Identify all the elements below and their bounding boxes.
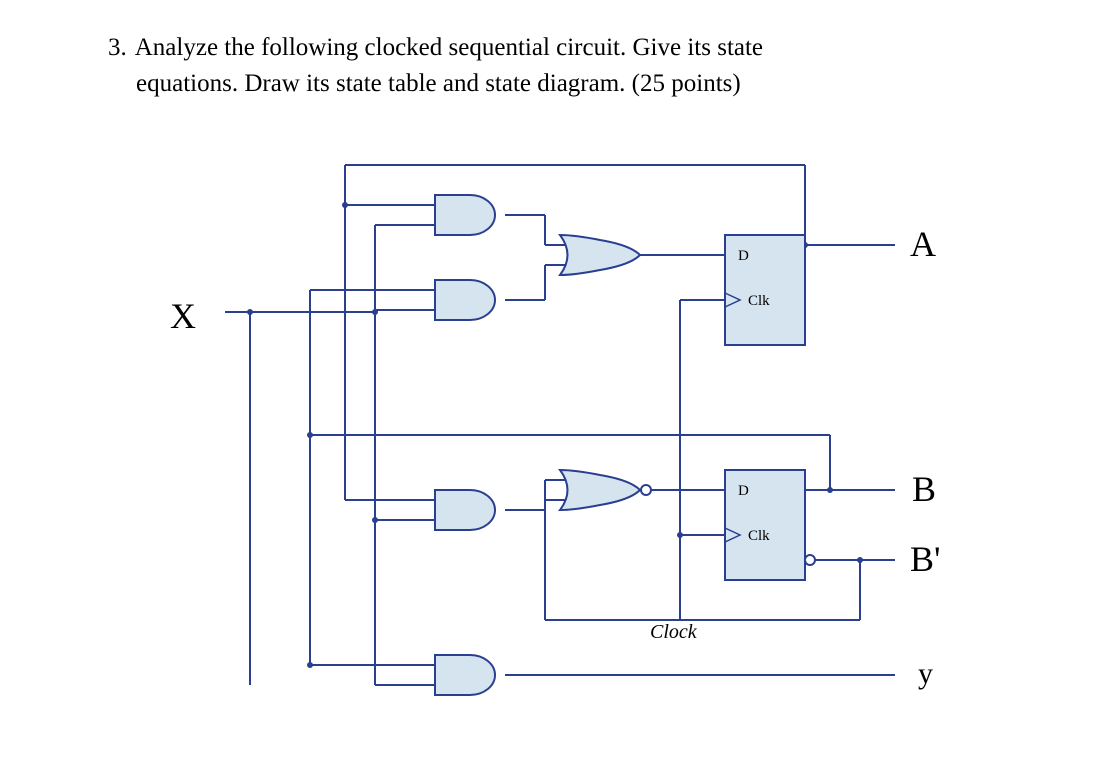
junction-dot (372, 309, 378, 315)
flipflop-a: D Clk (725, 235, 805, 345)
output-y-label: y (918, 657, 933, 691)
junction-dot (857, 557, 863, 563)
and-gate-g6 (435, 655, 495, 695)
question-number: 3. (108, 34, 127, 61)
and-gate-g2 (435, 280, 495, 320)
input-x-label: X (170, 295, 196, 337)
question-line1: Analyze the following clocked sequential… (135, 34, 763, 61)
output-b-label: B (912, 468, 936, 510)
clock-label: Clock (650, 621, 697, 644)
junction-dot (247, 309, 253, 315)
output-a-label: A (910, 223, 936, 265)
flipflop-b: D Clk (725, 470, 815, 580)
junction-dot (827, 487, 833, 493)
ff-clk-label: Clk (748, 528, 770, 544)
ff-d-label: D (738, 483, 749, 499)
question-text: 3. Analyze the following clocked sequenti… (108, 30, 983, 103)
junction-dot (372, 517, 378, 523)
and-gate-g1 (435, 195, 495, 235)
junction-dot (342, 202, 348, 208)
junction-dot (677, 532, 683, 538)
output-bnot-label: B' (910, 538, 941, 580)
and-gate-g4 (435, 490, 495, 530)
nor-bubble (641, 485, 651, 495)
ff-clk-label: Clk (748, 293, 770, 309)
or-gate-g3 (560, 235, 640, 275)
nor-gate-g5 (560, 470, 640, 510)
circuit-diagram: D Clk D Clk X A B B' y Clock (150, 145, 970, 725)
junction-dot (307, 432, 313, 438)
question-line2: equations. Draw its state table and stat… (136, 70, 741, 97)
junction-dot (307, 662, 313, 668)
ff-d-label: D (738, 248, 749, 264)
